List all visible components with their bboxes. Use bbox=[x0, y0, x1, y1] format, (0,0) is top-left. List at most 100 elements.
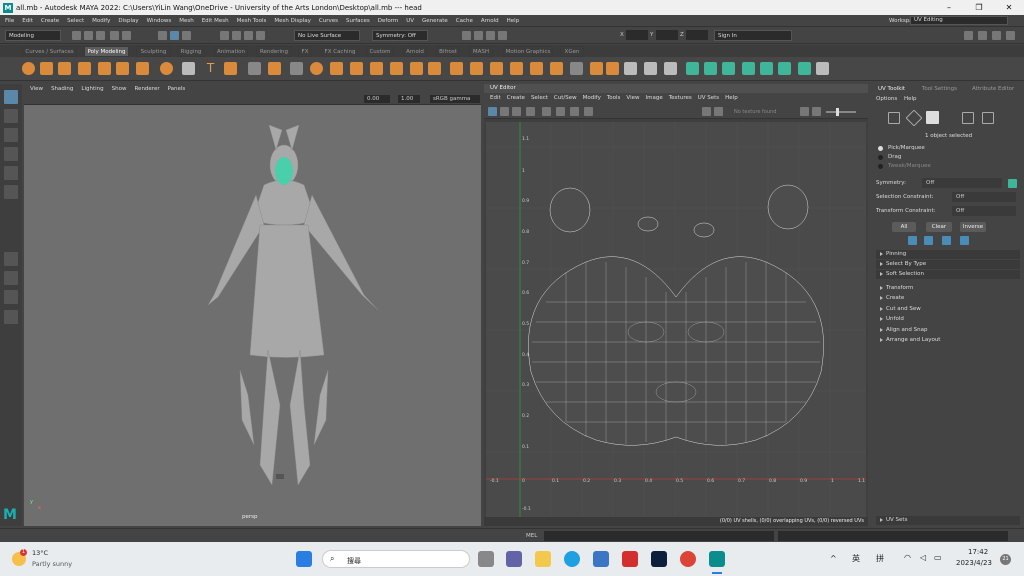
ipr-render-icon[interactable] bbox=[474, 31, 483, 40]
mel-input[interactable] bbox=[544, 531, 774, 541]
start-icon[interactable] bbox=[296, 551, 312, 567]
mirror-icon[interactable] bbox=[330, 62, 343, 75]
menu-file[interactable]: File bbox=[5, 18, 14, 24]
offset-edge-loop-icon[interactable] bbox=[550, 62, 563, 75]
viewport-menu-show[interactable]: Show bbox=[112, 86, 127, 92]
move-tool-icon[interactable] bbox=[4, 147, 18, 161]
panel-menu-help[interactable]: Help bbox=[904, 94, 917, 104]
tweak-radio[interactable] bbox=[878, 164, 883, 169]
select-tool-icon[interactable] bbox=[4, 90, 18, 104]
symmetry-dropdown-panel[interactable]: Off bbox=[922, 178, 1002, 188]
menu-arnold[interactable]: Arnold bbox=[481, 18, 499, 24]
poly-sphere-icon[interactable] bbox=[22, 62, 35, 75]
poly-cube-icon[interactable] bbox=[40, 62, 53, 75]
wps-icon[interactable] bbox=[622, 551, 638, 567]
smooth-icon[interactable] bbox=[290, 62, 303, 75]
menu-modify[interactable]: Modify bbox=[92, 18, 110, 24]
y-field[interactable] bbox=[656, 30, 678, 40]
uv-shell-mode-icon[interactable] bbox=[982, 112, 994, 124]
exposure-slider[interactable] bbox=[826, 111, 856, 113]
slide-edge-icon[interactable] bbox=[590, 62, 603, 75]
gamma-field[interactable]: 1.00 bbox=[398, 95, 420, 103]
save-scene-icon[interactable] bbox=[96, 31, 105, 40]
shelf-tab-fx-caching[interactable]: FX Caching bbox=[322, 46, 358, 57]
tab-tool-settings[interactable]: Tool Settings bbox=[922, 84, 957, 94]
extrude-icon[interactable] bbox=[350, 62, 363, 75]
viewport-menu-lighting[interactable]: Lighting bbox=[81, 86, 103, 92]
shelf-tab-arnold[interactable]: Arnold bbox=[403, 46, 427, 57]
menu-cache[interactable]: Cache bbox=[456, 18, 473, 24]
chevron-up-icon[interactable]: ^ bbox=[830, 554, 837, 563]
shelf-tab-animation[interactable]: Animation bbox=[214, 46, 248, 57]
connect-icon[interactable] bbox=[490, 62, 503, 75]
uv-menu-modify[interactable]: Modify bbox=[583, 93, 601, 104]
menu-deform[interactable]: Deform bbox=[378, 18, 398, 24]
checker-icon[interactable] bbox=[526, 107, 535, 116]
poke-face-icon[interactable] bbox=[606, 62, 619, 75]
uv-unfold-icon[interactable] bbox=[760, 62, 773, 75]
section-align-and-snap[interactable]: Align and Snap bbox=[876, 326, 1020, 335]
poly-plane-icon[interactable] bbox=[116, 62, 129, 75]
symmetry-icon[interactable] bbox=[1008, 179, 1017, 188]
shelf-tab-custom[interactable]: Custom bbox=[366, 46, 394, 57]
menu-set-dropdown[interactable]: Modeling bbox=[5, 30, 61, 41]
minimize-button[interactable]: – bbox=[934, 0, 964, 15]
snap-view-icon[interactable] bbox=[256, 31, 265, 40]
section-cut-and-sew[interactable]: Cut and Sew bbox=[876, 305, 1020, 314]
open-scene-icon[interactable] bbox=[84, 31, 93, 40]
task-view-icon[interactable] bbox=[478, 551, 494, 567]
chrome-icon[interactable] bbox=[680, 551, 696, 567]
viewport-menu-view[interactable]: View bbox=[30, 86, 43, 92]
wifi-icon[interactable]: ◠ bbox=[904, 553, 911, 562]
vertex-mode-icon[interactable] bbox=[888, 112, 900, 124]
select-component-icon[interactable] bbox=[170, 31, 179, 40]
multi-cut-icon[interactable] bbox=[450, 62, 463, 75]
poly-cylinder-icon[interactable] bbox=[58, 62, 71, 75]
render-settings-icon[interactable] bbox=[486, 31, 495, 40]
face-mode-icon[interactable] bbox=[926, 111, 939, 124]
exposure-field[interactable]: 0.00 bbox=[364, 95, 390, 103]
volume-icon[interactable]: ◁ bbox=[920, 553, 926, 562]
shelf-tab-mash[interactable]: MASH bbox=[469, 46, 493, 57]
append-icon[interactable] bbox=[410, 62, 423, 75]
clear-button[interactable]: Clear bbox=[926, 222, 952, 232]
distortion-icon[interactable] bbox=[556, 107, 565, 116]
close-button[interactable]: ✕ bbox=[994, 0, 1024, 15]
separate-icon[interactable] bbox=[268, 62, 281, 75]
shell-border-icon[interactable] bbox=[542, 107, 551, 116]
file-explorer-icon[interactable] bbox=[535, 551, 551, 567]
redo-icon[interactable] bbox=[122, 31, 131, 40]
section-select-by-type[interactable]: Select By Type bbox=[876, 260, 1020, 269]
uv-menu-edit[interactable]: Edit bbox=[490, 93, 501, 104]
exposure-icon[interactable] bbox=[812, 107, 821, 116]
uv-layout-icon[interactable] bbox=[778, 62, 791, 75]
menu-surfaces[interactable]: Surfaces bbox=[346, 18, 370, 24]
scale-tool-icon[interactable] bbox=[4, 185, 18, 199]
bevel-icon[interactable] bbox=[390, 62, 403, 75]
combine-icon[interactable] bbox=[248, 62, 261, 75]
menu-create[interactable]: Create bbox=[41, 18, 59, 24]
select-object-icon[interactable] bbox=[182, 31, 191, 40]
transform-constraint-dropdown[interactable]: Off bbox=[952, 206, 1016, 216]
sign-in-dropdown[interactable]: Sign In bbox=[714, 30, 792, 41]
paint-select-icon[interactable] bbox=[4, 128, 18, 142]
select-hierarchy-icon[interactable] bbox=[158, 31, 167, 40]
x-field[interactable] bbox=[626, 30, 648, 40]
undo-icon[interactable] bbox=[110, 31, 119, 40]
menu-windows[interactable]: Windows bbox=[147, 18, 172, 24]
section-soft-selection[interactable]: Soft Selection bbox=[876, 270, 1020, 279]
shelf-tab-bifrost[interactable]: Bifrost bbox=[436, 46, 460, 57]
uv-menu-tools[interactable]: Tools bbox=[607, 93, 621, 104]
uv-cylindrical-icon[interactable] bbox=[704, 62, 717, 75]
store-icon[interactable] bbox=[593, 551, 609, 567]
clock-time[interactable]: 17:42 bbox=[968, 548, 988, 556]
texture-filter-icon[interactable] bbox=[714, 107, 723, 116]
tool-settings-icon[interactable] bbox=[992, 31, 1001, 40]
workspace-dropdown[interactable]: UV Editing bbox=[910, 16, 1008, 25]
shelf-tab-xgen[interactable]: XGen bbox=[560, 46, 584, 57]
color-space-dropdown[interactable]: sRGB gamma (leg bbox=[430, 95, 480, 103]
menu-generate[interactable]: Generate bbox=[422, 18, 448, 24]
edge-mode-icon[interactable] bbox=[905, 109, 923, 127]
target-weld-icon[interactable] bbox=[470, 62, 483, 75]
grow-selection-icon[interactable] bbox=[908, 236, 917, 245]
